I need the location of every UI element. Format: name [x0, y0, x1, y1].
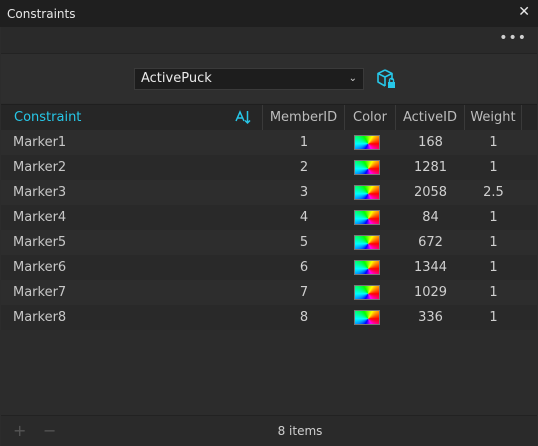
item-count: 8 items: [277, 424, 323, 438]
cell-weight: 1: [489, 160, 498, 175]
cell-weight: 1: [489, 285, 498, 300]
cell-constraint-name: Marker5: [13, 235, 67, 250]
table-empty-area: [1, 330, 537, 415]
cell-weight: 1: [489, 135, 498, 150]
cell-weight: 1: [489, 310, 498, 325]
table-row[interactable]: Marker4 4 84 1: [1, 205, 537, 230]
color-swatch[interactable]: [354, 285, 380, 300]
cell-constraint-name: Marker8: [13, 310, 67, 325]
cell-constraint-name: Marker2: [13, 160, 67, 175]
column-header-member-id[interactable]: MemberID: [263, 105, 345, 130]
cell-member-id: 2: [299, 160, 309, 175]
cell-active-id: 2058: [413, 185, 448, 200]
cell-active-id: 672: [418, 235, 443, 250]
cell-weight: 2.5: [483, 185, 504, 200]
cell-constraint-name: Marker3: [13, 185, 67, 200]
title-bar: Constraints ✕: [0, 0, 538, 27]
constraints-panel: Constraints ✕ ••• ActivePuck ⌄ Constrain…: [0, 0, 538, 446]
table-header: Constraint MemberID Color ActiveID Weigh…: [1, 104, 537, 131]
table-row[interactable]: Marker6 6 1344 1: [1, 255, 537, 280]
column-header-color[interactable]: Color: [345, 105, 396, 130]
cell-active-id: 84: [422, 210, 439, 225]
cell-active-id: 168: [418, 135, 443, 150]
table-row[interactable]: Marker8 8 336 1: [1, 305, 537, 330]
color-swatch[interactable]: [354, 235, 380, 250]
window-title: Constraints: [7, 7, 76, 21]
cell-weight: 1: [489, 235, 498, 250]
group-dropdown[interactable]: ActivePuck ⌄: [134, 68, 364, 90]
cell-member-id: 6: [299, 260, 309, 275]
color-swatch[interactable]: [354, 160, 380, 175]
group-selector-area: ActivePuck ⌄: [1, 54, 537, 103]
table-body: Marker1 1 168 1 Marker2 2 1281 1 Marker3 3 2058 2.5…: [1, 130, 537, 330]
cell-member-id: 1: [299, 135, 309, 150]
close-icon[interactable]: ✕: [518, 4, 530, 20]
table-row[interactable]: Marker3 3 2058 2.5: [1, 180, 537, 205]
footer: + − 8 items: [1, 415, 537, 446]
cell-constraint-name: Marker1: [13, 135, 67, 150]
cell-active-id: 1029: [413, 285, 448, 300]
table-row[interactable]: Marker7 7 1029 1: [1, 280, 537, 305]
group-dropdown-value: ActivePuck: [141, 71, 212, 86]
color-swatch[interactable]: [354, 210, 380, 225]
color-swatch[interactable]: [354, 310, 380, 325]
cube-lock-icon[interactable]: [375, 68, 397, 90]
column-header-weight[interactable]: Weight: [465, 105, 522, 130]
cell-member-id: 5: [299, 235, 309, 250]
cell-constraint-name: Marker4: [13, 210, 67, 225]
more-options-icon[interactable]: •••: [499, 30, 527, 46]
toolbar: •••: [1, 27, 537, 54]
column-separator: [1, 105, 263, 130]
color-swatch[interactable]: [354, 185, 380, 200]
cell-active-id: 336: [418, 310, 443, 325]
cell-constraint-name: Marker6: [13, 260, 67, 275]
table-row[interactable]: Marker1 1 168 1: [1, 130, 537, 155]
column-header-active-id[interactable]: ActiveID: [396, 105, 465, 130]
cell-active-id: 1281: [413, 160, 448, 175]
cell-member-id: 7: [299, 285, 309, 300]
table-row[interactable]: Marker5 5 672 1: [1, 230, 537, 255]
table-row[interactable]: Marker2 2 1281 1: [1, 155, 537, 180]
color-swatch[interactable]: [354, 135, 380, 150]
cell-member-id: 4: [299, 210, 309, 225]
cell-member-id: 3: [299, 185, 309, 200]
cell-weight: 1: [489, 210, 498, 225]
chevron-down-icon: ⌄: [348, 73, 357, 84]
cell-member-id: 8: [299, 310, 309, 325]
cell-constraint-name: Marker7: [13, 285, 67, 300]
cell-weight: 1: [489, 260, 498, 275]
color-swatch[interactable]: [354, 260, 380, 275]
cell-active-id: 1344: [413, 260, 448, 275]
